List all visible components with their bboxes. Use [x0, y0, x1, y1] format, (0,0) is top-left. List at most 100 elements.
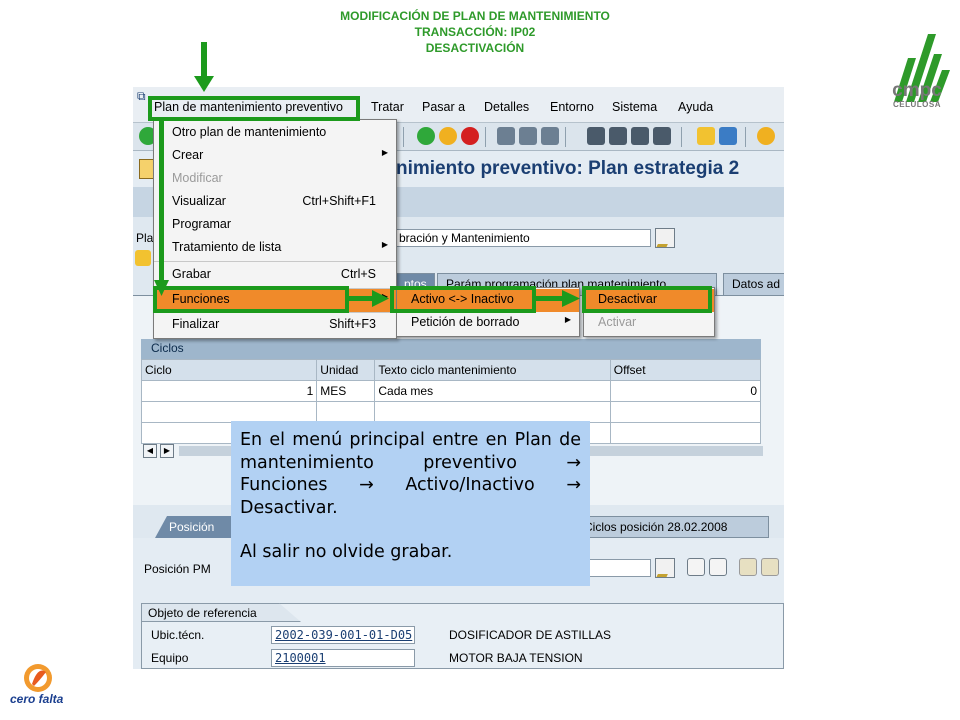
menu-item-visualizar[interactable]: Visualizar Ctrl+Shift+F1: [154, 191, 396, 214]
equipment-desc: MOTOR BAJA TENSION: [449, 651, 583, 665]
plan-text-field[interactable]: bración y Mantenimiento: [395, 229, 651, 247]
menu-item-activar: Activar: [584, 312, 714, 335]
help-icon[interactable]: [757, 127, 775, 145]
func-location-desc: DOSIFICADOR DE ASTILLAS: [449, 628, 612, 642]
menu-detalles[interactable]: Detalles: [484, 100, 529, 114]
cmpc-logo-text: cmpc: [892, 80, 942, 101]
shortcut-icon[interactable]: [719, 127, 737, 145]
menu-sistema[interactable]: Sistema: [612, 100, 657, 114]
menu-item-label: Crear: [172, 148, 204, 162]
cancel-icon[interactable]: [461, 127, 479, 145]
cell-ciclo[interactable]: [140, 401, 318, 423]
prev-page-icon[interactable]: [609, 127, 627, 145]
toolbar-separator: [681, 127, 682, 147]
table-row[interactable]: [140, 401, 762, 423]
menu-item-grabar[interactable]: Grabar Ctrl+S: [154, 264, 396, 287]
menu-item-label: Grabar: [172, 267, 211, 281]
new-item-icon[interactable]: [687, 558, 705, 576]
long-text-icon[interactable]: [135, 250, 151, 266]
menu-pasar-a[interactable]: Pasar a: [422, 100, 465, 114]
equipment-field[interactable]: 2100001: [271, 649, 415, 667]
screen-title: nimiento preventivo: Plan estrategia 2: [396, 158, 740, 179]
table-header-row: Ciclo Unidad Texto ciclo mantenimiento O…: [140, 359, 762, 381]
submenu-arrow-icon: ▶: [381, 148, 388, 157]
cero-falta-logo-text: cero falta: [10, 692, 64, 706]
menu-item-label: Petición de borrado: [411, 315, 520, 329]
find-icon[interactable]: [519, 127, 537, 145]
func-location-field[interactable]: 2002-039-001-01-D05: [271, 626, 415, 644]
table-row[interactable]: 1 MES Cada mes 0: [140, 380, 762, 402]
toolbar-separator: [565, 127, 566, 147]
back-icon[interactable]: [417, 127, 435, 145]
menu-item-finalizar[interactable]: Finalizar Shift+F3: [154, 314, 396, 337]
cell-offset[interactable]: [609, 422, 762, 444]
cell-unidad[interactable]: [316, 401, 376, 423]
tool-disabled-icon: [761, 558, 779, 576]
annotation-box-funciones: [153, 286, 349, 313]
scroll-right-icon[interactable]: ▶: [160, 444, 174, 458]
toolbar-separator: [485, 127, 486, 147]
find-next-icon[interactable]: [541, 127, 559, 145]
cell-offset[interactable]: 0: [609, 380, 762, 402]
menu-item-label: Activar: [598, 315, 637, 329]
reference-object-title: Objeto de referencia: [141, 603, 301, 622]
instruction-note: Al salir no olvide grabar.: [240, 542, 453, 562]
first-page-icon[interactable]: [587, 127, 605, 145]
menu-item-peticion-borrado[interactable]: Petición de borrado ▶: [397, 312, 579, 335]
tab-position-cycles[interactable]: Ciclos posición 28.02.2008: [573, 516, 769, 538]
menu-separator: [154, 261, 396, 262]
menu-item-shortcut: Shift+F3: [329, 317, 376, 331]
menu-item-tratamiento-lista[interactable]: Tratamiento de lista ▶: [154, 237, 396, 260]
print-icon[interactable]: [497, 127, 515, 145]
menu-entorno[interactable]: Entorno: [550, 100, 594, 114]
col-ciclo[interactable]: Ciclo: [140, 359, 318, 381]
position-pm-label: Posición PM: [144, 562, 211, 576]
menu-item-otro-plan[interactable]: Otro plan de mantenimiento: [154, 122, 396, 145]
instruction-text: En el menú principal entre en Plan de ma…: [240, 430, 581, 518]
menu-item-label: Tratamiento de lista: [172, 240, 282, 254]
tool-disabled-icon: [739, 558, 757, 576]
menu-item-programar[interactable]: Programar: [154, 214, 396, 237]
menu-window-icon[interactable]: ⧉: [137, 89, 146, 104]
cell-unidad[interactable]: MES: [316, 380, 376, 402]
item-list-icon[interactable]: [709, 558, 727, 576]
menu-item-crear[interactable]: Crear ▶: [154, 145, 396, 168]
last-page-icon[interactable]: [653, 127, 671, 145]
menu-item-shortcut: Ctrl+Shift+F1: [302, 194, 376, 208]
instruction-callout: En el menú principal entre en Plan de ma…: [231, 421, 590, 586]
annotation-box-desactivar: [582, 286, 712, 313]
col-offset[interactable]: Offset: [609, 359, 762, 381]
col-texto[interactable]: Texto ciclo mantenimiento: [374, 359, 611, 381]
menu-item-label: Programar: [172, 217, 232, 231]
exit-icon[interactable]: [439, 127, 457, 145]
plan-label: Pla: [136, 231, 154, 245]
menu-item-shortcut: Ctrl+S: [340, 267, 376, 281]
equipment-label: Equipo: [151, 651, 189, 665]
position-pm-field[interactable]: [585, 559, 651, 577]
cell-texto[interactable]: [374, 401, 611, 423]
cell-ciclo[interactable]: 1: [140, 380, 318, 402]
menu-item-modificar: Modificar: [154, 168, 396, 191]
edit-text-icon[interactable]: [655, 228, 675, 248]
cell-offset[interactable]: [609, 401, 762, 423]
new-session-icon[interactable]: [697, 127, 715, 145]
col-unidad[interactable]: Unidad: [316, 359, 376, 381]
cycles-header: Ciclos: [141, 339, 761, 359]
cmpc-logo-sub: CELULOSA: [893, 100, 941, 109]
submenu-arrow-icon: ▶: [381, 240, 388, 249]
menu-ayuda[interactable]: Ayuda: [678, 100, 713, 114]
menu-item-label: Visualizar: [172, 194, 226, 208]
submenu-arrow-icon: ▶: [564, 315, 571, 324]
tab-additional-data[interactable]: Datos ad: [723, 273, 784, 295]
scroll-left-icon[interactable]: ◀: [143, 444, 157, 458]
menu-tratar[interactable]: Tratar: [371, 100, 404, 114]
slide-title-line-3: DESACTIVACIÓN: [425, 41, 525, 55]
annotation-box-plan-menu: [148, 96, 360, 121]
next-page-icon[interactable]: [631, 127, 649, 145]
cero-falta-logo-icon: [24, 664, 52, 692]
slide-title-line-2: TRANSACCIÓN: IP02: [414, 25, 536, 39]
cell-texto[interactable]: Cada mes: [374, 380, 611, 402]
edit-position-icon[interactable]: [655, 558, 675, 578]
menu-item-label: Finalizar: [172, 317, 220, 331]
toolbar-separator: [745, 127, 746, 147]
